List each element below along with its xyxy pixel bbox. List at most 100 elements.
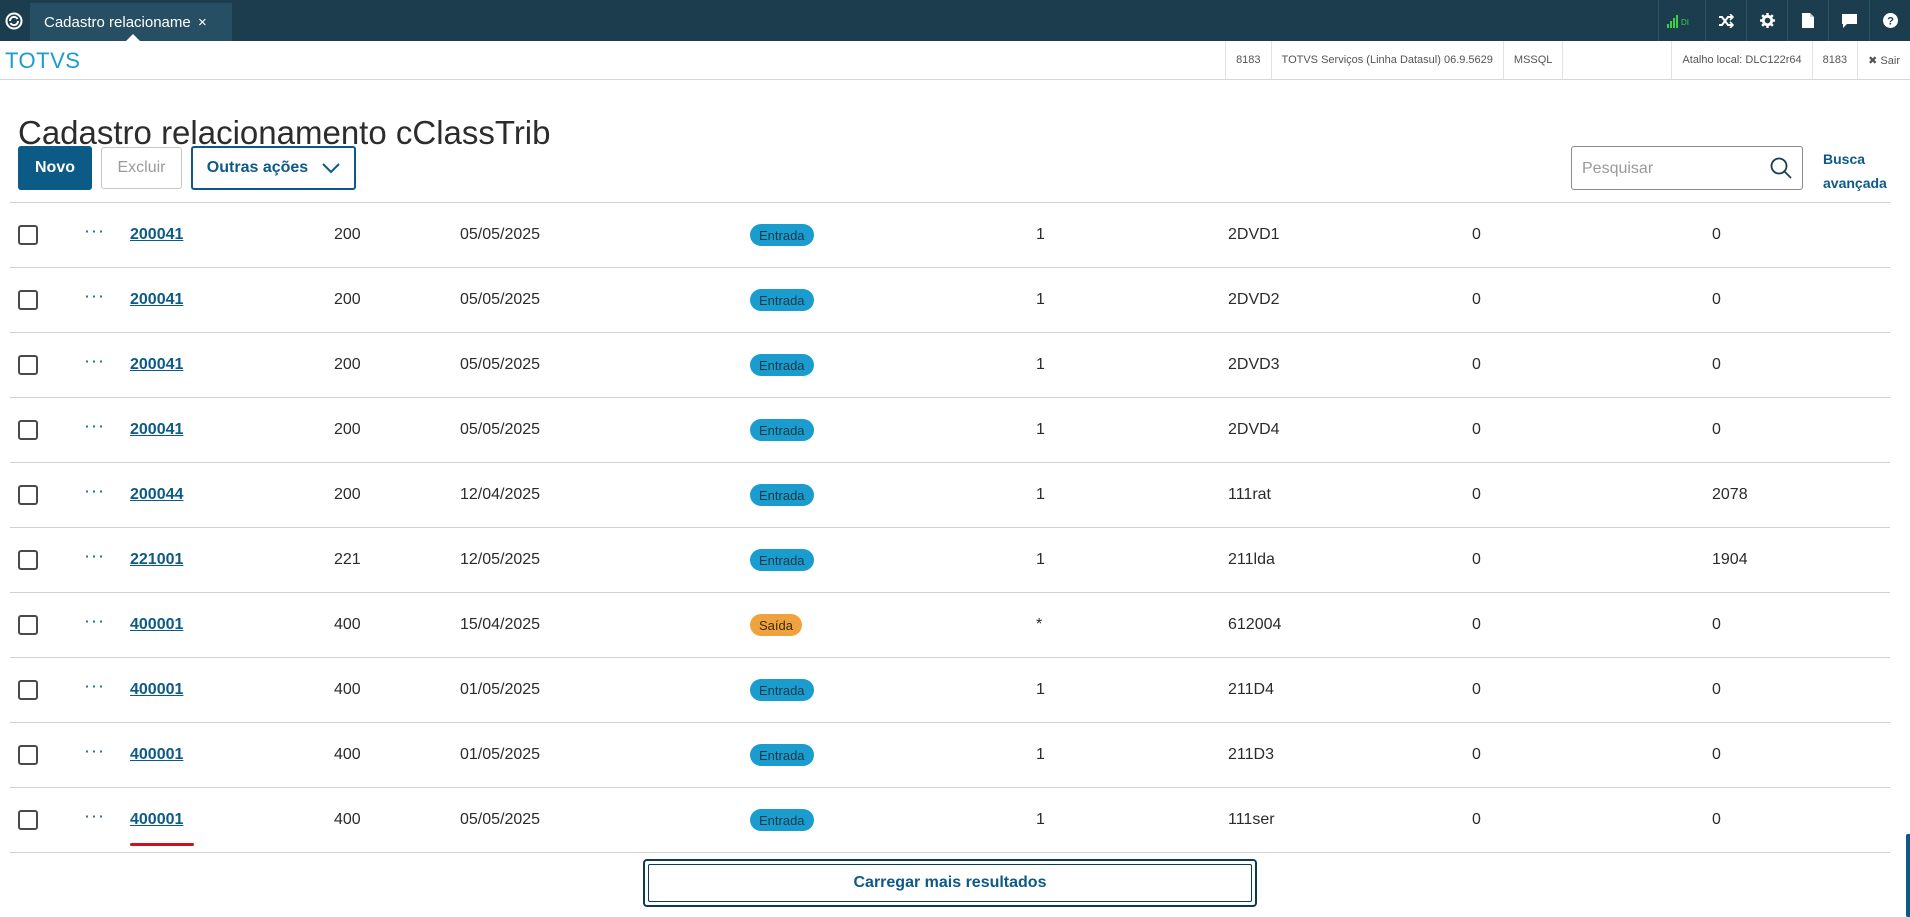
table-row[interactable]: ··· 200041 200 05/05/2025 Entrada 1 2DVD4 0 0 [10, 398, 1890, 463]
row-class-code: 2DVD2 [1228, 291, 1280, 308]
row-checkbox[interactable] [18, 485, 38, 505]
signal-icon[interactable]: DI [1658, 0, 1705, 41]
row-checkbox[interactable] [18, 745, 38, 765]
help-icon[interactable]: ? [1869, 0, 1910, 41]
row-value-2: 0 [1472, 421, 1481, 438]
row-value-3: 0 [1712, 226, 1721, 243]
row-value-3: 1904 [1712, 551, 1748, 568]
more-actions-button[interactable]: Outras ações [191, 146, 356, 190]
row-value-1: 1 [1036, 746, 1045, 763]
shuffle-icon[interactable] [1705, 0, 1746, 41]
status-badge: Entrada [750, 419, 814, 441]
search-input[interactable] [1580, 157, 1764, 181]
advanced-search-line1: Busca [1823, 151, 1866, 167]
row-checkbox[interactable] [18, 355, 38, 375]
app-header: TOTVS 8183 TOTVS Serviços (Linha Datasul… [0, 41, 1910, 80]
table-row[interactable]: ··· 200044 200 12/04/2025 Entrada 1 111rat 0 207… [10, 463, 1890, 528]
row-class-code: 2DVD1 [1228, 226, 1280, 243]
row-value-3: 0 [1712, 291, 1721, 308]
side-scroll-handle[interactable] [1906, 834, 1910, 917]
redacted-field [1562, 41, 1671, 79]
advanced-search-link[interactable]: Busca avançada [1823, 147, 1893, 195]
table-row[interactable]: ··· 400001 400 01/05/2025 Entrada 1 211D3 0 0 [10, 723, 1890, 788]
row-code-link[interactable]: 400001 [130, 616, 183, 634]
search-icon[interactable] [1770, 157, 1792, 179]
row-group-code: 200 [334, 421, 361, 438]
row-checkbox[interactable] [18, 420, 38, 440]
table-row[interactable]: ··· 200041 200 05/05/2025 Entrada 1 2DVD3 0 0 [10, 333, 1890, 398]
delete-button[interactable]: Excluir [101, 147, 182, 189]
row-value-3: 0 [1712, 746, 1721, 763]
row-value-1: 1 [1036, 486, 1045, 503]
local-shortcut: Atalho local: DLC122r64 [1671, 41, 1811, 79]
row-group-code: 200 [334, 226, 361, 243]
row-code-link[interactable]: 400001 [130, 811, 183, 829]
chat-icon[interactable] [1828, 0, 1869, 41]
row-value-2: 0 [1472, 486, 1481, 503]
exit-button[interactable]: ✖ Sair [1857, 41, 1910, 79]
status-badge: Entrada [750, 224, 814, 246]
row-code-link[interactable]: 400001 [130, 681, 183, 699]
row-value-2: 0 [1472, 226, 1481, 243]
row-date: 05/05/2025 [460, 356, 541, 373]
row-value-1: * [1036, 616, 1043, 633]
document-icon[interactable] [1787, 0, 1828, 41]
tab-cadastro-relacionamento[interactable]: Cadastro relacionament × [30, 3, 232, 41]
table-row[interactable]: ··· 400001 400 05/05/2025 Entrada 1 111ser 0 0 [10, 788, 1890, 853]
row-checkbox[interactable] [18, 290, 38, 310]
new-button[interactable]: Novo [18, 146, 92, 190]
row-actions-icon[interactable]: ··· [84, 416, 105, 437]
row-actions-icon[interactable]: ··· [84, 351, 105, 372]
top-bar: Cadastro relacionament × DI ? [0, 0, 1910, 41]
row-date: 05/05/2025 [460, 421, 541, 438]
row-checkbox[interactable] [18, 550, 38, 570]
row-group-code: 400 [334, 811, 361, 828]
status-badge: Entrada [750, 744, 814, 766]
row-code-link[interactable]: 400001 [130, 746, 183, 764]
status-badge: Saída [750, 614, 802, 636]
row-actions-icon[interactable]: ··· [84, 546, 105, 567]
row-checkbox[interactable] [18, 680, 38, 700]
app-logo-icon[interactable] [0, 0, 28, 41]
table-row[interactable]: ··· 221001 221 12/05/2025 Entrada 1 211lda 0 190… [10, 528, 1890, 593]
load-more-button[interactable]: Carregar mais resultados [643, 859, 1257, 907]
status-badge: Entrada [750, 549, 814, 571]
row-class-code: 111ser [1228, 811, 1275, 828]
row-code-link[interactable]: 200041 [130, 226, 183, 244]
row-checkbox[interactable] [18, 615, 38, 635]
row-actions-icon[interactable]: ··· [84, 611, 105, 632]
row-actions-icon[interactable]: ··· [84, 481, 105, 502]
gear-icon[interactable] [1746, 0, 1787, 41]
row-actions-icon[interactable]: ··· [84, 676, 105, 697]
row-actions-icon[interactable]: ··· [84, 221, 105, 242]
row-date: 05/05/2025 [460, 226, 541, 243]
row-value-2: 0 [1472, 681, 1481, 698]
row-value-1: 1 [1036, 421, 1045, 438]
row-code-link[interactable]: 200044 [130, 486, 183, 504]
row-class-code: 211lda [1228, 551, 1275, 568]
row-actions-icon[interactable]: ··· [84, 806, 105, 827]
row-value-3: 2078 [1712, 486, 1748, 503]
row-group-code: 221 [334, 551, 361, 568]
table-row[interactable]: ··· 400001 400 15/04/2025 Saída * 612004 0 0 [10, 593, 1890, 658]
table-row[interactable]: ··· 400001 400 01/05/2025 Entrada 1 211D4 0 0 [10, 658, 1890, 723]
row-actions-icon[interactable]: ··· [84, 741, 105, 762]
row-class-code: 211D3 [1228, 746, 1274, 763]
status-badge: Entrada [750, 484, 814, 506]
row-actions-icon[interactable]: ··· [84, 286, 105, 307]
session-info: 8183 TOTVS Serviços (Linha Datasul) 06.9… [1225, 41, 1910, 79]
table-row[interactable]: ··· 200041 200 05/05/2025 Entrada 1 2DVD2 0 0 [10, 268, 1890, 333]
row-checkbox[interactable] [18, 225, 38, 245]
table-row[interactable]: ··· 200041 200 05/05/2025 Entrada 1 2DVD1 0 0 [10, 203, 1890, 268]
close-tab-icon[interactable]: × [198, 14, 207, 31]
row-value-2: 0 [1472, 746, 1481, 763]
signal-text: DI [1681, 18, 1689, 27]
row-code-link[interactable]: 200041 [130, 291, 183, 309]
row-checkbox[interactable] [18, 810, 38, 830]
row-group-code: 200 [334, 291, 361, 308]
row-date: 15/04/2025 [460, 616, 541, 633]
row-code-link[interactable]: 200041 [130, 421, 183, 439]
row-code-link[interactable]: 221001 [130, 551, 183, 569]
row-value-3: 0 [1712, 811, 1721, 828]
row-code-link[interactable]: 200041 [130, 356, 183, 374]
